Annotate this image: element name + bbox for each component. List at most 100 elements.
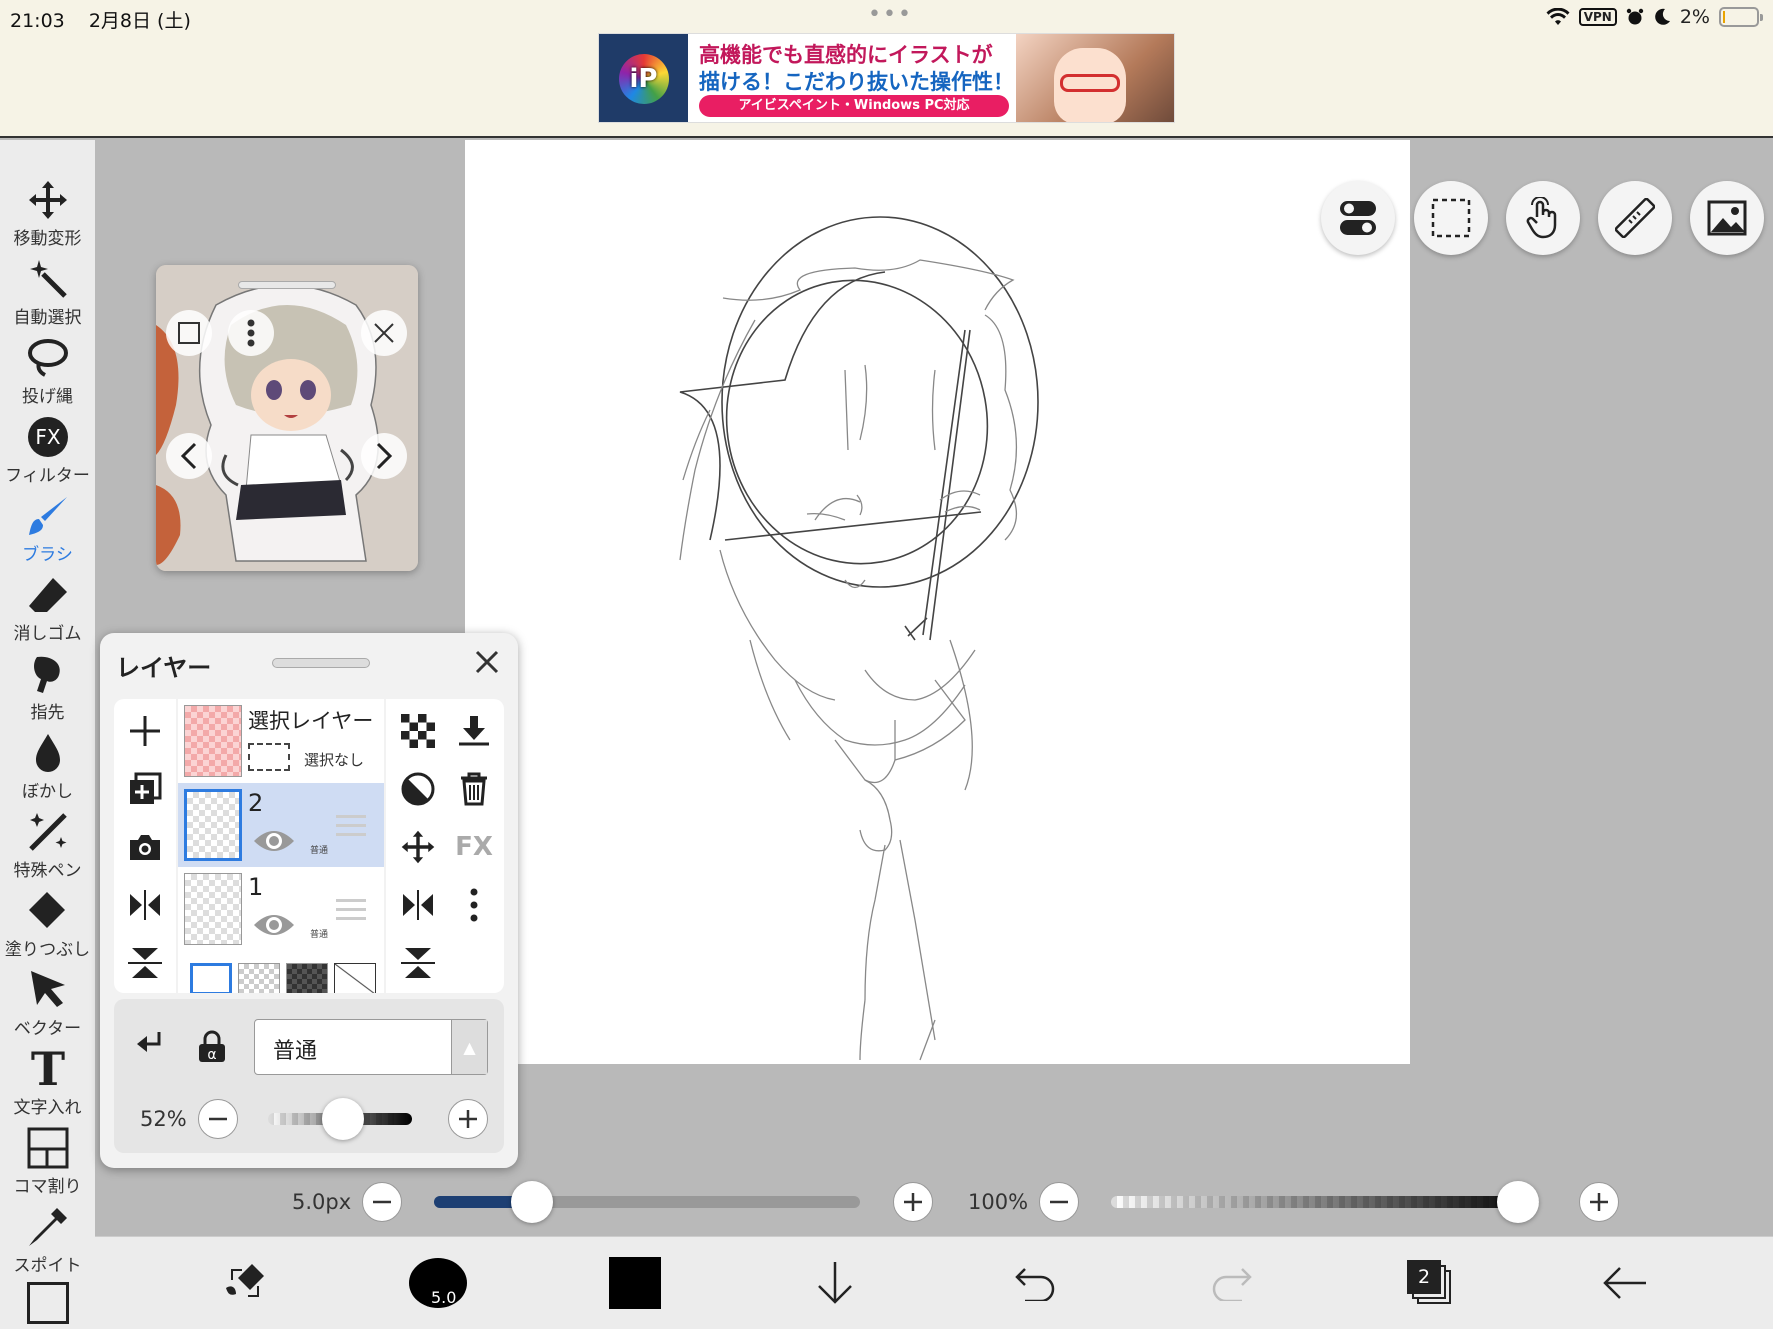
undo-icon <box>1015 1268 1055 1301</box>
tool-eyedropper[interactable]: スポイト <box>0 1205 95 1283</box>
tool-eraser[interactable]: 消しゴム <box>0 573 95 651</box>
delete-layer-button[interactable] <box>450 765 498 813</box>
brush-size-decrease-button[interactable] <box>362 1182 402 1222</box>
layer-actions-right: FX <box>386 699 504 993</box>
layers-button[interactable]: 2 <box>1400 1253 1460 1313</box>
layer-opacity-knob[interactable] <box>321 1098 364 1140</box>
flip-layer-vertical-button[interactable] <box>394 939 442 987</box>
merge-down-button[interactable] <box>450 707 498 755</box>
clipping-button[interactable] <box>394 765 442 813</box>
color-swatch-button[interactable] <box>605 1253 665 1313</box>
drawing-canvas[interactable] <box>465 140 1410 1064</box>
toggle-panel-button[interactable] <box>1321 181 1395 255</box>
tool-move-transform[interactable]: 移動変形 <box>0 178 95 256</box>
selection-layer-thumbnail <box>184 705 242 777</box>
alpha-lock-button[interactable]: α <box>192 1025 232 1069</box>
bg-checker-option[interactable] <box>238 963 280 993</box>
bg-white-option[interactable] <box>190 963 232 993</box>
selection-layer-row[interactable]: 選択レイヤー 選択なし <box>178 699 384 783</box>
bg-dark-checker-option[interactable] <box>286 963 328 993</box>
tool-filter[interactable]: FX フィルター <box>0 415 95 493</box>
layers-stack-icon: 2 <box>1407 1260 1453 1306</box>
reference-prev-button[interactable] <box>166 433 212 479</box>
status-time-date: 21:03 2月8日 (土) <box>10 6 209 33</box>
tool-label: スポイト <box>13 1256 82 1276</box>
reference-menu-button[interactable] <box>228 310 274 356</box>
layer-fx-button[interactable]: FX <box>450 823 498 871</box>
multitask-dots[interactable]: ••• <box>868 2 913 27</box>
reference-image-button[interactable] <box>1690 181 1764 255</box>
selection-area-button[interactable] <box>1414 181 1488 255</box>
add-layer-button[interactable] <box>121 707 169 755</box>
brush-opacity-knob[interactable] <box>1496 1181 1539 1223</box>
minus-icon <box>209 1117 227 1121</box>
duplicate-layer-button[interactable] <box>121 765 169 813</box>
reference-window[interactable] <box>156 265 418 571</box>
brush-opacity-increase-button[interactable] <box>1579 1182 1619 1222</box>
opacity-increase-button[interactable] <box>448 1099 488 1139</box>
selection-layer-name: 選択レイヤー <box>248 709 374 733</box>
layer-thumbnail <box>184 789 242 861</box>
canvas-frame-icon[interactable] <box>27 1282 69 1324</box>
flip-layer-horizontal-button[interactable] <box>394 881 442 929</box>
move-layer-button[interactable] <box>394 823 442 871</box>
layer-actions-left <box>114 699 176 993</box>
brush-size-knob[interactable] <box>510 1181 553 1223</box>
tool-fill[interactable]: 塗りつぶし <box>0 889 95 967</box>
tool-frame-divider[interactable]: コマ割り <box>0 1126 95 1204</box>
ruler-button[interactable] <box>1598 181 1672 255</box>
tool-smudge[interactable]: 指先 <box>0 652 95 730</box>
visibility-eye-icon[interactable] <box>252 911 296 943</box>
brush-size-value: 5.0px <box>292 1190 352 1214</box>
brush-size-preview-button[interactable]: 5.0 <box>408 1253 468 1313</box>
flip-vertical-icon <box>128 948 162 978</box>
alpha-lock-icon: α <box>199 1030 225 1063</box>
brush-size-increase-button[interactable] <box>893 1182 933 1222</box>
alpha-lock-checker-button[interactable] <box>394 707 442 755</box>
download-button[interactable] <box>805 1253 865 1313</box>
reference-next-button[interactable] <box>361 433 407 479</box>
tool-label: ぼかし <box>22 782 73 802</box>
layer-opacity-slider[interactable] <box>268 1098 412 1140</box>
tool-blur[interactable]: ぼかし <box>0 731 95 809</box>
brush-opacity-slider[interactable] <box>1111 1181 1539 1223</box>
redo-button[interactable] <box>1202 1253 1262 1313</box>
gesture-button[interactable] <box>1506 181 1580 255</box>
tool-brush[interactable]: ブラシ <box>0 494 95 572</box>
dashed-selection-icon <box>1431 198 1471 238</box>
tool-special-pen[interactable]: 特殊ペン <box>0 810 95 888</box>
tool-lasso[interactable]: 投げ縄 <box>0 336 95 414</box>
opacity-decrease-button[interactable] <box>198 1099 238 1139</box>
drag-handle-icon[interactable] <box>336 815 366 842</box>
alarm-icon <box>1626 8 1644 25</box>
undo-button[interactable] <box>1005 1253 1065 1313</box>
flip-vertical-button[interactable] <box>121 939 169 987</box>
visibility-eye-icon[interactable] <box>252 827 296 859</box>
ruler-icon <box>1615 198 1655 238</box>
return-down-left-icon <box>137 1032 161 1052</box>
layer-panel-drag-handle[interactable] <box>272 658 370 668</box>
reference-fit-button[interactable] <box>166 310 212 356</box>
brush-eraser-swap-button[interactable] <box>215 1253 275 1313</box>
layer-panel-close-button[interactable] <box>474 645 500 683</box>
drag-handle-icon[interactable] <box>336 899 366 926</box>
layer-row-2[interactable]: 2 普通 <box>178 783 384 867</box>
layer-row-1[interactable]: 1 普通 <box>178 867 384 951</box>
plus-icon <box>130 716 160 746</box>
layer-more-button[interactable] <box>450 881 498 929</box>
flip-horizontal-button[interactable] <box>121 881 169 929</box>
brush-opacity-decrease-button[interactable] <box>1039 1182 1079 1222</box>
reference-close-button[interactable] <box>361 310 407 356</box>
plus-icon <box>459 1110 477 1128</box>
ad-banner[interactable]: iP 高機能でも直感的にイラストが 描ける！こだわり抜いた操作性！ アイビスペイ… <box>598 33 1175 123</box>
tool-auto-select[interactable]: 自動選択 <box>0 257 95 335</box>
brush-size-slider[interactable] <box>434 1181 860 1223</box>
camera-layer-button[interactable] <box>121 823 169 871</box>
blend-mode-select[interactable]: 普通 ▲ <box>254 1019 488 1075</box>
back-button[interactable] <box>1595 1253 1655 1313</box>
bg-none-option[interactable] <box>334 963 376 993</box>
clip-arrow-button[interactable] <box>128 1027 168 1067</box>
tool-vector[interactable]: ベクター <box>0 968 95 1046</box>
reference-drag-handle[interactable] <box>238 281 336 289</box>
tool-text[interactable]: T 文字入れ <box>0 1046 95 1125</box>
